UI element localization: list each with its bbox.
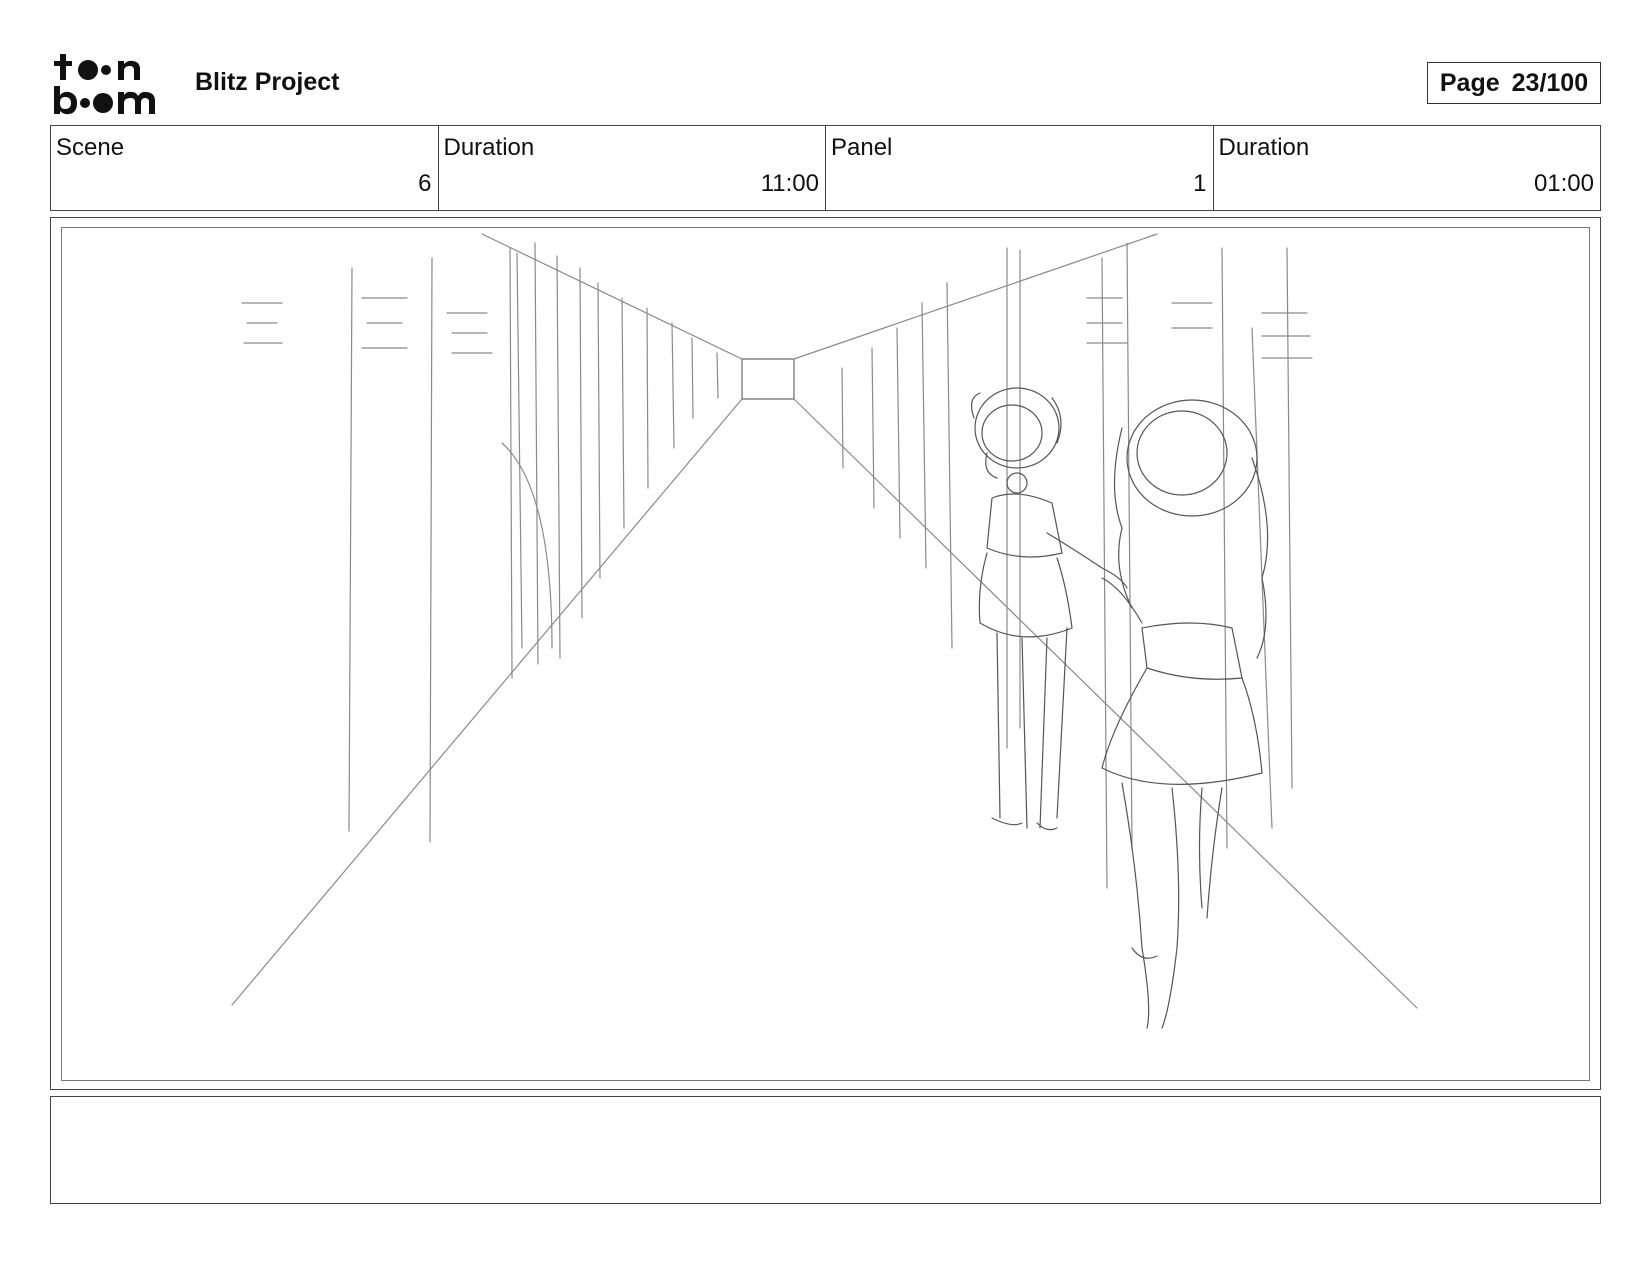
scene-label: Scene (56, 134, 125, 161)
scene-cell: Scene 6 (51, 126, 439, 210)
page-label: Page (1439, 68, 1500, 97)
panel-notes-box (50, 1096, 1601, 1204)
scene-duration-cell: Duration 11:00 (439, 126, 826, 210)
storyboard-panel-frame (50, 217, 1601, 1090)
toon-boom-logo (54, 54, 155, 115)
panel-duration-cell: Duration 01:00 (1214, 126, 1601, 210)
page-number: 23/100 (1511, 68, 1589, 97)
project-title: Blitz Project (195, 68, 340, 96)
panel-value: 1 (1193, 170, 1207, 197)
scene-value: 6 (418, 170, 432, 197)
panel-duration-value: 01:00 (1533, 170, 1594, 197)
scene-duration-label: Duration (443, 134, 535, 161)
panel-cell: Panel 1 (826, 126, 1214, 210)
panel-label: Panel (831, 134, 893, 161)
scene-duration-value: 11:00 (760, 170, 819, 197)
panel-duration-label: Duration (1218, 134, 1310, 161)
scene-info-row: Scene 6 Duration 11:00 Panel 1 Duration … (50, 125, 1601, 211)
storyboard-panel-image (61, 227, 1590, 1081)
sketch-drawing (231, 233, 1418, 1029)
page-indicator: Page 23/100 (1427, 62, 1601, 104)
